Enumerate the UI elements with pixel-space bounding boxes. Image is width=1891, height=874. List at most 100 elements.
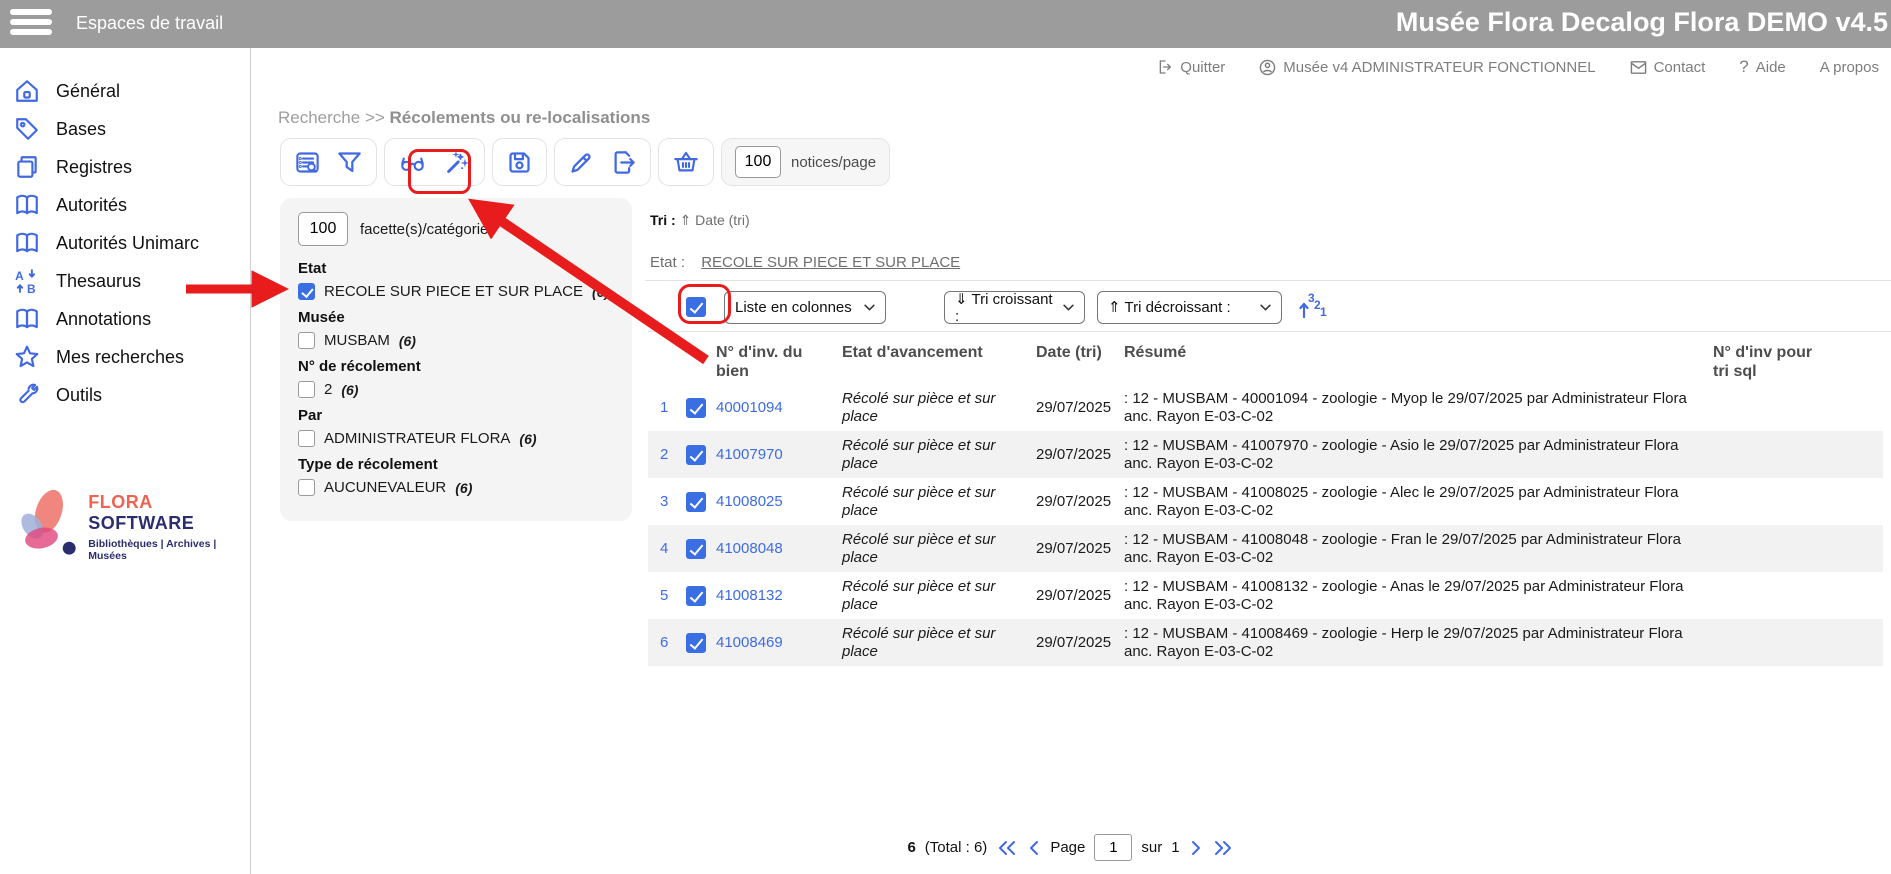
row-checkbox[interactable]: [686, 445, 706, 465]
sidebar-item-bases[interactable]: Bases: [0, 110, 250, 148]
facet-group-par: Par ADMINISTRATEUR FLORA (6): [298, 407, 614, 447]
facet-checkbox[interactable]: [298, 332, 315, 349]
result-count: 6: [907, 839, 915, 856]
inventory-link[interactable]: 41008025: [716, 493, 842, 510]
sidebar-item-annotations[interactable]: Annotations: [0, 300, 250, 338]
page-input[interactable]: [1094, 834, 1132, 861]
mail-icon: [1630, 60, 1647, 75]
list-search-icon[interactable]: [294, 149, 321, 176]
account-bar: Quitter Musée v4 ADMINISTRATEUR FONCTION…: [1157, 57, 1879, 77]
toolbar-group-basket: [658, 138, 714, 186]
flora-butterfly-icon: [12, 484, 80, 570]
list-controls-bar: Liste en colonnes ⇓ Tri croissant : ⇑ Tr…: [648, 290, 1328, 324]
divider: [645, 280, 1891, 281]
table-row: 4 41008048 Récolé sur pièce et sur place…: [648, 525, 1883, 572]
previous-page-icon[interactable]: [1027, 839, 1041, 857]
total-pages: 1: [1171, 839, 1179, 856]
sort-ascending-select[interactable]: ⇓ Tri croissant :: [944, 291, 1085, 324]
toolbar-group-edit: [554, 138, 651, 186]
inventory-link[interactable]: 41007970: [716, 446, 842, 463]
sort-numeric-icon[interactable]: 321: [1294, 290, 1328, 324]
toolbar-group-display: [280, 138, 377, 186]
chevron-down-icon: [864, 304, 875, 311]
header-status[interactable]: Etat d'avancement: [842, 343, 1036, 362]
hamburger-menu-icon[interactable]: [10, 9, 52, 39]
facet-count-label: facette(s)/catégorie: [360, 221, 488, 238]
wrench-icon: [14, 382, 40, 408]
facet-panel: facette(s)/catégorie Etat RECOLE SUR PIE…: [280, 198, 632, 521]
inventory-link[interactable]: 40001094: [716, 399, 842, 416]
magic-wand-icon[interactable]: [442, 149, 471, 176]
row-status: Récolé sur pièce et sur place: [842, 625, 1036, 660]
aide-link[interactable]: ? Aide: [1739, 57, 1786, 77]
next-page-icon[interactable]: [1189, 839, 1203, 857]
pencil-icon[interactable]: [568, 149, 595, 176]
header-inv[interactable]: N° d'inv. du bien: [716, 343, 842, 381]
book-icon: [14, 230, 40, 256]
sidebar: Général Bases Registres Autorités Autori…: [0, 48, 250, 874]
sidebar-item-registres[interactable]: Registres: [0, 148, 250, 186]
quitter-link[interactable]: Quitter: [1157, 59, 1225, 76]
inventory-link[interactable]: 41008132: [716, 587, 842, 604]
table-header-row: N° d'inv. du bien Etat d'avancement Date…: [648, 338, 1883, 384]
facet-option: 2 (6): [298, 381, 614, 398]
glasses-icon[interactable]: [398, 149, 427, 176]
first-page-icon[interactable]: [996, 839, 1018, 857]
sidebar-item-general[interactable]: Général: [0, 72, 250, 110]
facet-checkbox[interactable]: [298, 479, 315, 496]
header-sql[interactable]: N° d'inv pour tri sql: [1699, 343, 1829, 381]
divider: [648, 331, 1891, 332]
export-icon[interactable]: [610, 149, 637, 176]
facet-option: ADMINISTRATEUR FLORA (6): [298, 430, 614, 447]
user-account-link[interactable]: Musée v4 ADMINISTRATEUR FONCTIONNEL: [1259, 59, 1595, 76]
save-icon[interactable]: [506, 149, 533, 176]
last-page-icon[interactable]: [1212, 839, 1234, 857]
inventory-link[interactable]: 41008469: [716, 634, 842, 651]
row-number: 4: [660, 540, 686, 557]
row-status: Récolé sur pièce et sur place: [842, 531, 1036, 566]
row-checkbox[interactable]: [686, 633, 706, 653]
workspaces-label[interactable]: Espaces de travail: [76, 13, 223, 34]
inventory-link[interactable]: 41008048: [716, 540, 842, 557]
view-mode-select[interactable]: Liste en colonnes: [724, 291, 886, 324]
facet-checkbox[interactable]: [298, 381, 315, 398]
table-row: 2 41007970 Récolé sur pièce et sur place…: [648, 431, 1883, 478]
header-resume[interactable]: Résumé: [1124, 343, 1699, 362]
book-icon: [14, 192, 40, 218]
basket-icon[interactable]: [672, 149, 700, 176]
notices-per-page-input[interactable]: [735, 146, 781, 178]
apropos-link[interactable]: A propos: [1820, 59, 1879, 76]
row-checkbox[interactable]: [686, 492, 706, 512]
facet-checkbox[interactable]: [298, 430, 315, 447]
sur-label: sur: [1141, 839, 1162, 856]
sidebar-item-thesaurus[interactable]: AB Thesaurus: [0, 262, 250, 300]
active-filter-value[interactable]: RECOLE SUR PIECE ET SUR PLACE: [701, 254, 960, 271]
svg-text:1: 1: [1320, 305, 1327, 319]
sidebar-item-outils[interactable]: Outils: [0, 376, 250, 414]
facet-group-type-recolement: Type de récolement AUCUNEVALEUR (6): [298, 456, 614, 496]
copies-icon: [14, 154, 40, 180]
sort-descending-select[interactable]: ⇑ Tri décroissant :: [1097, 291, 1282, 324]
select-all-checkbox[interactable]: [686, 297, 706, 317]
facet-option: AUCUNEVALEUR (6): [298, 479, 614, 496]
notices-per-page-group: notices/page: [721, 138, 890, 186]
breadcrumb-parent[interactable]: Recherche: [278, 108, 360, 127]
sidebar-item-autorites-unimarc[interactable]: Autorités Unimarc: [0, 224, 250, 262]
toolbar-group-view: [384, 138, 485, 186]
row-number: 5: [660, 587, 686, 604]
contact-link[interactable]: Contact: [1630, 59, 1706, 76]
row-checkbox[interactable]: [686, 398, 706, 418]
row-date: 29/07/2025: [1036, 540, 1124, 557]
row-status: Récolé sur pièce et sur place: [842, 437, 1036, 472]
facet-count-input[interactable]: [298, 212, 348, 246]
row-checkbox[interactable]: [686, 586, 706, 606]
filter-icon[interactable]: [336, 149, 363, 176]
row-checkbox[interactable]: [686, 539, 706, 559]
toolbar-group-save: [492, 138, 547, 186]
sidebar-item-autorites[interactable]: Autorités: [0, 186, 250, 224]
header-date[interactable]: Date (tri): [1036, 343, 1124, 362]
facet-checkbox[interactable]: [298, 283, 315, 300]
row-resume: : 12 - MUSBAM - 41007970 - zoologie - As…: [1124, 437, 1699, 472]
sidebar-item-mes-recherches[interactable]: Mes recherches: [0, 338, 250, 376]
facet-count-row: facette(s)/catégorie: [298, 212, 614, 246]
